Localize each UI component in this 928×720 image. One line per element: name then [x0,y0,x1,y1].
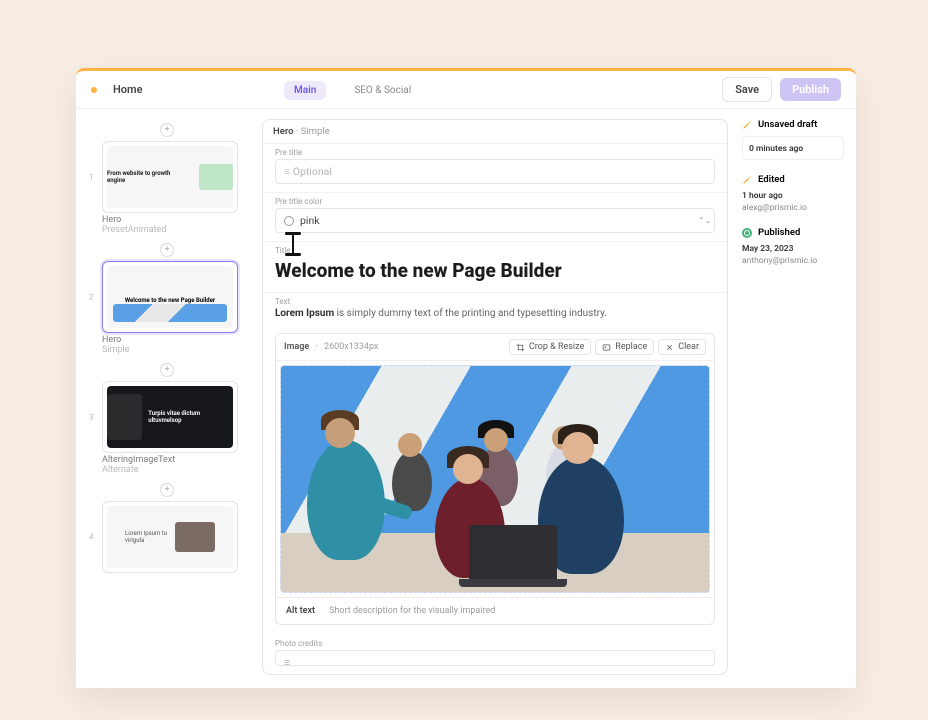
history-column: Unsaved draft 0 minutes ago Edited 1 hou… [738,109,856,688]
slice-preview-text: Lorem Ipsum tu virigula [125,530,169,544]
laptop-graphic-icon [469,525,557,581]
x-icon [665,343,674,352]
published-date: May 23, 2023 [742,244,844,254]
globe-icon [742,228,752,238]
field-label: Photo credits [275,639,715,648]
edited-time: 1 hour ago [742,191,844,201]
published-by: anthony@prismic.io [742,256,844,266]
publish-button[interactable]: Publish [780,78,841,101]
field-label: Title [275,246,715,255]
save-button[interactable]: Save [722,77,772,102]
slice-title: AlteringImageText [102,455,238,465]
home-label[interactable]: Home [107,81,149,98]
slice-rail[interactable]: 1 From website to growth engine Hero Pre… [76,109,256,688]
slice-preview-text: From website to growth engine [107,170,189,184]
image-preview[interactable] [280,365,710,593]
add-slice-button[interactable] [160,483,174,497]
slice-title: Hero [102,215,238,225]
unsaved-label: Unsaved draft [758,119,817,130]
chevron-updown-icon: ⌃⌄ [698,217,706,225]
crop-icon [516,343,525,352]
preview-graphic-icon [113,304,226,322]
slice-card[interactable]: 2 Welcome to the new Page Builder [102,261,238,333]
home-dot-icon [91,87,97,93]
select-value: pink [300,214,320,227]
image-label: Image [284,342,309,352]
edited-label: Edited [758,174,785,185]
add-slice-button[interactable] [160,123,174,137]
crop-button[interactable]: Crop & Resize [509,339,591,355]
app-window: Home Main SEO & Social Save Publish 1 Fr… [76,68,856,688]
image-field: Image · 2600x1334px Crop & Resize [275,333,715,625]
color-swatch-icon [284,216,294,226]
preview-graphic-icon [107,394,142,440]
pre-title-input[interactable]: ≡ Optional [275,159,715,184]
slice-subtitle: PresetAnimated [102,225,238,235]
replace-button[interactable]: Replace [595,339,654,355]
topbar: Home Main SEO & Social Save Publish [76,71,856,109]
field-label: Pre title [275,148,715,157]
slice-index: 4 [89,533,94,542]
pencil-icon [742,120,752,130]
slice-editor: Hero · Simple Pre title ≡ Optional Pre t… [262,119,728,675]
pre-title-color-select[interactable]: pink ⌃⌄ [275,208,715,233]
editor-slice-variant: Simple [301,126,330,137]
add-slice-button[interactable] [160,243,174,257]
text-input[interactable]: Lorem Ipsum is simply dummy text of the … [275,308,715,319]
preview-graphic-icon [175,522,215,552]
editor-column: Hero · Simple Pre title ≡ Optional Pre t… [256,109,738,688]
alt-text-input[interactable]: Short description for the visually impai… [329,606,495,616]
add-slice-button[interactable] [160,363,174,377]
published-label: Published [758,227,800,238]
slice-card[interactable]: 3 Turpis vitae dictum ultuvmelsop [102,381,238,453]
pencil-icon [742,175,752,185]
image-dimensions: 2600x1334px [324,342,378,352]
slice-preview-text: Welcome to the new Page Builder [125,297,215,304]
slice-index: 1 [89,173,94,182]
clear-button[interactable]: Clear [658,339,706,355]
person-graphic-icon [307,440,385,560]
editor-slice-name: Hero [273,126,294,137]
tab-seo[interactable]: SEO & Social [344,81,421,100]
alt-text-label: Alt text [286,606,315,616]
photo-credits-input[interactable]: ≡ [275,650,715,666]
slice-subtitle: Simple [102,345,238,355]
slice-index: 2 [89,293,94,302]
slice-preview-text: Turpis vitae dictum ultuvmelsop [148,410,233,424]
field-label: Pre title color [275,197,715,206]
slice-index: 3 [89,413,94,422]
tab-main[interactable]: Main [284,81,326,100]
preview-graphic-icon [199,164,233,190]
text-cursor-icon [285,232,301,256]
slice-title: Hero [102,335,238,345]
slice-subtitle: Alternate [102,465,238,475]
unsaved-time: 0 minutes ago [749,144,837,154]
image-icon [602,343,611,352]
image-dimensions: · [315,342,320,352]
edited-by: alexg@prismic.io [742,203,844,213]
slice-card[interactable]: 4 Lorem Ipsum tu virigula [102,501,238,573]
title-input[interactable]: Welcome to the new Page Builder [275,257,715,284]
slice-card[interactable]: 1 From website to growth engine [102,141,238,213]
field-label: Text [275,297,715,306]
